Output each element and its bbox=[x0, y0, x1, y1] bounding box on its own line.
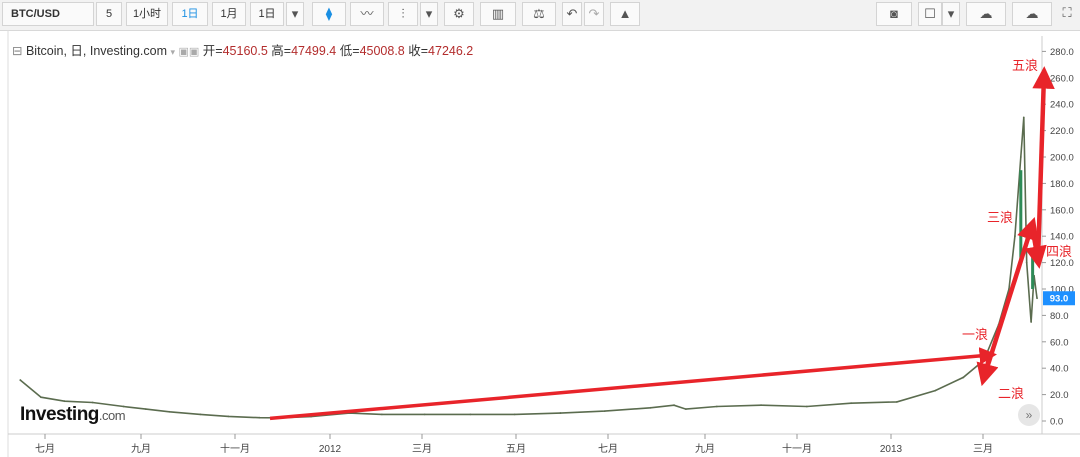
spike-candle bbox=[1019, 170, 1023, 263]
y-tick-label: 280.0 bbox=[1050, 47, 1074, 58]
y-tick-label: 260.0 bbox=[1050, 73, 1074, 84]
wave-arrow bbox=[1032, 66, 1055, 261]
price-point bbox=[63, 400, 66, 403]
x-tick-label: 九月 bbox=[695, 443, 715, 455]
price-point bbox=[684, 408, 687, 411]
price-point bbox=[1022, 116, 1025, 119]
price-point bbox=[258, 416, 261, 419]
wave-label: 五浪 bbox=[1012, 58, 1038, 73]
x-tick-label: 2013 bbox=[880, 444, 903, 455]
price-point bbox=[934, 389, 937, 392]
wave-label: 一浪 bbox=[962, 327, 988, 342]
price-point bbox=[1036, 297, 1038, 300]
current-price-tag: 93.0 bbox=[1043, 291, 1075, 306]
price-point bbox=[603, 410, 606, 412]
wave-label: 四浪 bbox=[1046, 244, 1072, 259]
price-point bbox=[1019, 156, 1022, 158]
price-point bbox=[144, 408, 147, 411]
y-tick-label: 80.0 bbox=[1050, 311, 1069, 322]
y-tick-label: 60.0 bbox=[1050, 337, 1069, 348]
pullback-candle bbox=[1031, 249, 1035, 289]
wave-arrows bbox=[269, 66, 1055, 421]
price-point bbox=[850, 402, 853, 405]
price-point bbox=[673, 404, 675, 407]
price-point bbox=[983, 359, 985, 362]
x-tick-label: 三月 bbox=[973, 443, 993, 455]
price-point bbox=[760, 404, 763, 407]
y-tick-label: 160.0 bbox=[1050, 205, 1074, 216]
y-tick-label: 40.0 bbox=[1050, 364, 1069, 375]
double-chevron-right-icon: » bbox=[1025, 408, 1033, 422]
x-tick-label: 2012 bbox=[319, 444, 342, 455]
y-tick-label: 200.0 bbox=[1050, 153, 1074, 164]
y-tick-label: 180.0 bbox=[1050, 179, 1074, 190]
price-point bbox=[469, 413, 472, 416]
x-tick-label: 十一月 bbox=[782, 442, 812, 455]
scroll-to-latest-button[interactable]: » bbox=[1018, 404, 1040, 426]
y-tick-label: 220.0 bbox=[1050, 126, 1074, 137]
logo-brand: Investing bbox=[20, 404, 99, 425]
x-tick-label: 七月 bbox=[35, 443, 55, 455]
price-point bbox=[199, 413, 202, 416]
price-point bbox=[227, 415, 230, 418]
y-tick-label: 20.0 bbox=[1050, 390, 1069, 401]
price-chart[interactable]: 0.020.040.060.080.0100.0120.0140.0160.01… bbox=[0, 0, 1080, 457]
price-point bbox=[649, 406, 652, 409]
price-point bbox=[513, 413, 516, 416]
price-point bbox=[380, 413, 383, 416]
price-point bbox=[168, 410, 171, 413]
price-point bbox=[423, 413, 426, 416]
y-tick-label: 120.0 bbox=[1050, 258, 1074, 269]
price-point bbox=[895, 400, 898, 403]
investing-logo: Investing.com bbox=[20, 404, 126, 426]
price-point bbox=[40, 396, 42, 399]
y-tick-label: 240.0 bbox=[1050, 100, 1074, 111]
wave-arrow bbox=[981, 217, 1039, 379]
y-tick-label: 140.0 bbox=[1050, 232, 1074, 243]
price-point bbox=[1025, 261, 1028, 264]
logo-suffix: .com bbox=[98, 408, 126, 423]
x-tick-label: 三月 bbox=[412, 443, 432, 455]
x-tick-label: 七月 bbox=[598, 443, 618, 455]
price-point bbox=[805, 405, 808, 408]
x-tick-label: 九月 bbox=[131, 443, 151, 455]
price-point bbox=[559, 412, 562, 414]
price-point bbox=[962, 376, 965, 379]
price-series bbox=[19, 116, 1038, 419]
y-axis-ticks: 0.020.040.060.080.0100.0120.0140.0160.01… bbox=[1042, 47, 1074, 428]
price-point bbox=[715, 405, 718, 408]
price-line bbox=[19, 117, 1038, 419]
price-point bbox=[1030, 321, 1033, 323]
y-tick-label: 0.0 bbox=[1050, 417, 1063, 428]
price-tag-label: 93.0 bbox=[1050, 294, 1069, 305]
x-tick-label: 五月 bbox=[506, 443, 526, 455]
wave-label: 三浪 bbox=[987, 210, 1013, 225]
price-point bbox=[1014, 235, 1016, 238]
wave-label: 二浪 bbox=[998, 386, 1024, 401]
x-axis-ticks: 七月 九月 十一月 2012 三月 五月 七月 九月 十一月 2013 三月 bbox=[35, 434, 993, 455]
price-point bbox=[19, 379, 22, 381]
x-tick-label: 十一月 bbox=[220, 442, 250, 455]
